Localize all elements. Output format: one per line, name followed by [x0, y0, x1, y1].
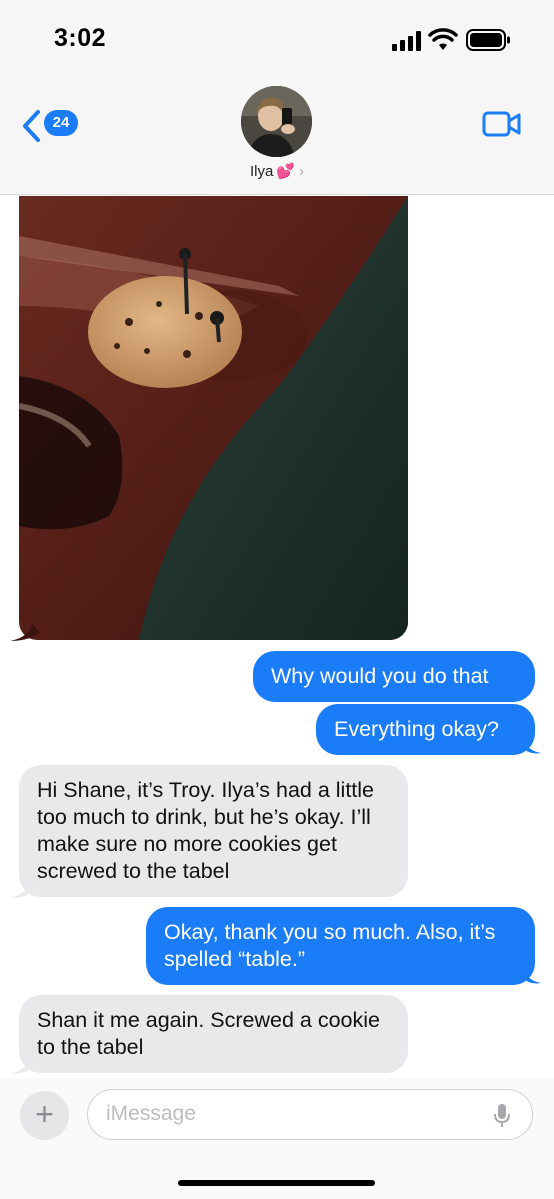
message-bubble-incoming[interactable]: Shan it me again. Screwed a cookie to th…: [19, 995, 408, 1073]
photo-image: [19, 196, 408, 640]
microphone-icon[interactable]: [492, 1103, 512, 1129]
wifi-icon: [428, 28, 458, 50]
contact-name: Ilya: [249, 163, 274, 180]
home-indicator: [178, 1180, 375, 1186]
bubble-tail: [523, 966, 541, 984]
unread-count-badge: 24: [44, 110, 78, 136]
bubble-tail: [523, 736, 541, 754]
conversation-header: 24 Ilya 💕 ›: [0, 80, 554, 195]
message-composer: + iMessage: [0, 1078, 554, 1199]
message-bubble-outgoing[interactable]: Why would you do that: [253, 651, 535, 702]
battery-icon: [466, 29, 510, 51]
chevron-left-icon: [23, 110, 40, 142]
add-attachment-button[interactable]: +: [20, 1091, 69, 1140]
message-input-placeholder: iMessage: [106, 1102, 196, 1125]
avatar[interactable]: [241, 86, 312, 157]
bubble-tail: [12, 880, 30, 898]
heart-emoji: 💕: [276, 163, 296, 180]
video-call-icon[interactable]: [482, 110, 522, 138]
bubble-tail: [10, 623, 40, 641]
back-button[interactable]: 24: [20, 108, 90, 144]
status-time: 3:02: [54, 24, 107, 52]
bubble-tail: [12, 1056, 30, 1074]
cellular-signal-icon: [392, 31, 421, 51]
chevron-right-icon: ›: [299, 163, 305, 180]
message-bubble-outgoing[interactable]: Okay, thank you so much. Also, it’s spel…: [146, 907, 535, 985]
status-bar: 3:02: [0, 0, 554, 80]
message-bubble-incoming[interactable]: Hi Shane, it’s Troy. Ilya’s had a little…: [19, 765, 408, 897]
contact-name-button[interactable]: Ilya 💕 ›: [0, 162, 554, 180]
message-input[interactable]: iMessage: [87, 1089, 533, 1140]
message-bubble-outgoing[interactable]: Everything okay?: [316, 704, 535, 755]
image-message[interactable]: [19, 196, 408, 640]
